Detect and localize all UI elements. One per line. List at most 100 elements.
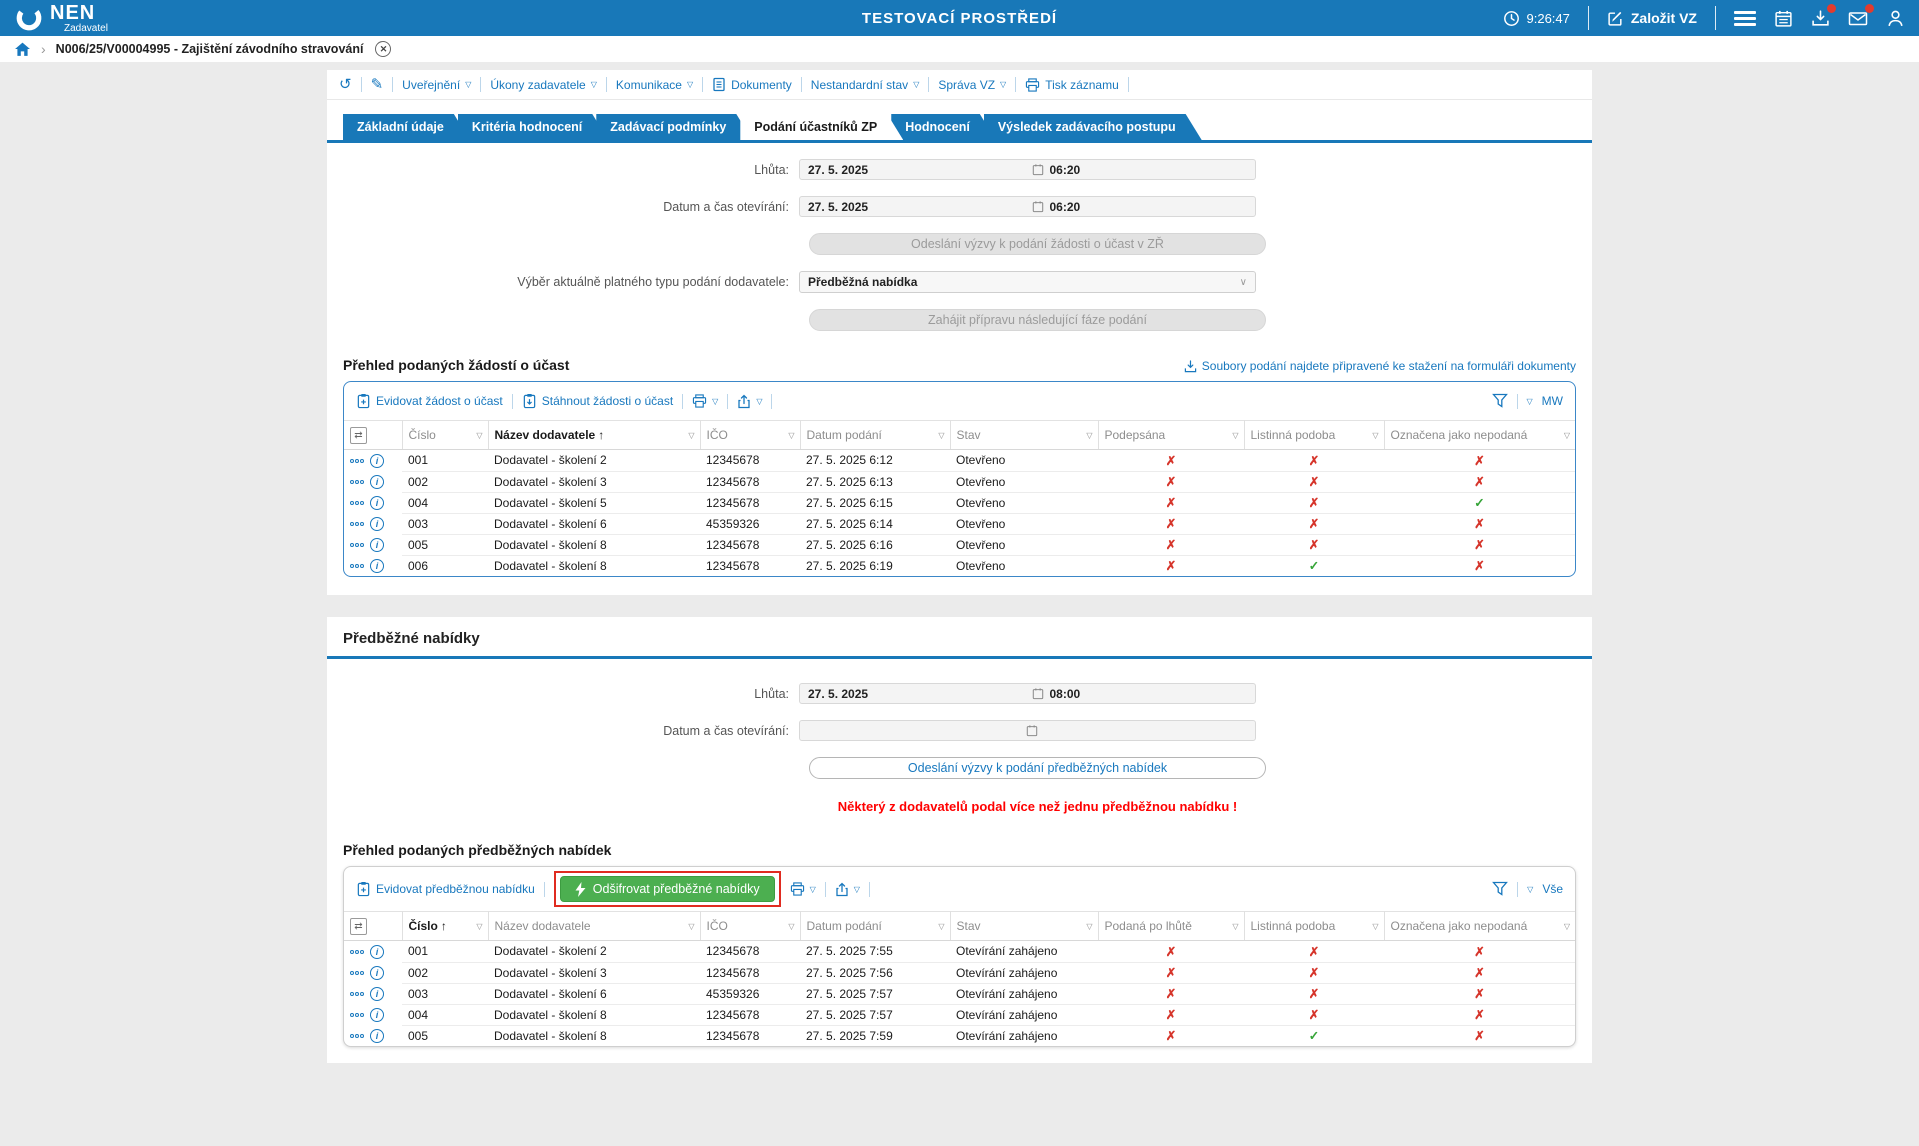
decrypt-offers-button[interactable]: Odšifrovat předběžné nabídky bbox=[559, 876, 775, 902]
column-header[interactable]: Listinná podoba ▽ bbox=[1244, 911, 1385, 941]
column-header[interactable]: Stav ▽ bbox=[950, 911, 1099, 941]
menu-icon[interactable] bbox=[1734, 10, 1756, 26]
menu-uverejneni[interactable]: Uveřejnění ▽ bbox=[402, 78, 471, 92]
row-info-icon[interactable]: i bbox=[370, 474, 384, 489]
row-menu-icon[interactable] bbox=[350, 1012, 364, 1017]
column-header[interactable]: Stav ▽ bbox=[950, 420, 1099, 450]
create-vz-button[interactable]: Založit VZ bbox=[1607, 10, 1697, 27]
files-download-link[interactable]: Soubory podání najdete připravené ke sta… bbox=[1184, 359, 1576, 373]
column-filter-icon[interactable]: ▽ bbox=[1086, 922, 1092, 931]
column-filter-icon[interactable]: ▽ bbox=[476, 922, 482, 931]
row-menu-icon[interactable] bbox=[350, 970, 364, 975]
column-header[interactable]: IČO ▽ bbox=[700, 420, 801, 450]
deadline-date[interactable]: 27. 5. 2025 bbox=[800, 163, 1032, 177]
export-table-button[interactable]: ▽ bbox=[835, 882, 860, 897]
row-info-icon[interactable]: i bbox=[370, 495, 384, 510]
row-menu-icon[interactable] bbox=[350, 991, 364, 996]
column-header[interactable]: Název dodavatele ▽ bbox=[488, 911, 701, 941]
preliminary-deadline-date[interactable]: 27. 5. 2025 bbox=[800, 687, 1032, 701]
filter-icon[interactable] bbox=[1491, 393, 1508, 409]
column-header[interactable]: IČO ▽ bbox=[700, 911, 801, 941]
tab-zadavaci-podminky[interactable]: Zadávací podmínky bbox=[596, 114, 752, 140]
opening-time[interactable]: 06:20 bbox=[1050, 200, 1081, 214]
export-table-button[interactable]: ▽ bbox=[737, 394, 762, 409]
row-menu-icon[interactable] bbox=[350, 500, 364, 505]
view-caret-icon[interactable]: ▽ bbox=[1527, 885, 1533, 894]
tab-hodnoceni[interactable]: Hodnocení bbox=[891, 114, 996, 140]
row-menu-icon[interactable] bbox=[350, 949, 364, 954]
preliminary-deadline-field[interactable]: 27. 5. 2025 08:00 bbox=[799, 683, 1256, 704]
column-header[interactable]: Číslo ▽ bbox=[402, 420, 489, 450]
row-menu-icon[interactable] bbox=[350, 563, 364, 568]
breadcrumb-record[interactable]: N006/25/V00004995 - Zajištění závodního … bbox=[56, 42, 364, 56]
print-table-button[interactable]: ▽ bbox=[790, 882, 816, 896]
column-filter-icon[interactable]: ▽ bbox=[788, 922, 794, 931]
view-selector[interactable]: Vše bbox=[1542, 882, 1563, 896]
menu-tisk-zaznamu[interactable]: Tisk záznamu bbox=[1025, 78, 1119, 92]
row-info-icon[interactable]: i bbox=[370, 944, 384, 959]
calendar-icon[interactable] bbox=[1026, 724, 1038, 737]
opening-date[interactable]: 27. 5. 2025 bbox=[800, 200, 1032, 214]
column-header[interactable]: Datum podání ▽ bbox=[800, 911, 951, 941]
column-settings-button[interactable]: ⇄ bbox=[344, 911, 403, 941]
column-header[interactable]: Označena jako nepodaná ▽ bbox=[1384, 420, 1575, 450]
close-record-icon[interactable]: ✕ bbox=[375, 41, 392, 57]
row-menu-icon[interactable] bbox=[350, 458, 364, 463]
column-header[interactable]: Podaná po lhůtě ▽ bbox=[1098, 911, 1245, 941]
column-settings-button[interactable]: ⇄ bbox=[344, 420, 403, 450]
refresh-icon[interactable]: ↺ bbox=[339, 77, 352, 92]
menu-nestandardni-stav[interactable]: Nestandardní stav ▽ bbox=[811, 78, 920, 92]
row-menu-icon[interactable] bbox=[350, 542, 364, 547]
column-header[interactable]: Číslo ↑ ▽ bbox=[402, 911, 489, 941]
column-filter-icon[interactable]: ▽ bbox=[688, 922, 694, 931]
edit-record-icon[interactable]: ✎ bbox=[371, 77, 384, 92]
view-caret-icon[interactable]: ▽ bbox=[1527, 397, 1533, 406]
column-filter-icon[interactable]: ▽ bbox=[1086, 431, 1092, 440]
row-info-icon[interactable]: i bbox=[370, 453, 384, 468]
deadline-time[interactable]: 06:20 bbox=[1050, 163, 1081, 177]
profile-button[interactable] bbox=[1886, 9, 1905, 28]
column-filter-icon[interactable]: ▽ bbox=[1232, 922, 1238, 931]
calendar-icon[interactable] bbox=[1032, 687, 1044, 700]
row-info-icon[interactable]: i bbox=[370, 516, 384, 531]
column-filter-icon[interactable]: ▽ bbox=[688, 431, 694, 440]
row-info-icon[interactable]: i bbox=[370, 965, 384, 980]
send-preliminary-call-button[interactable]: Odeslání výzvy k podání předběžných nabí… bbox=[809, 757, 1266, 779]
row-info-icon[interactable]: i bbox=[370, 1028, 384, 1043]
register-preliminary-offer-button[interactable]: Evidovat předběžnou nabídku bbox=[356, 881, 535, 897]
row-menu-icon[interactable] bbox=[350, 521, 364, 526]
column-filter-icon[interactable]: ▽ bbox=[788, 431, 794, 440]
row-info-icon[interactable]: i bbox=[370, 1007, 384, 1022]
row-menu-icon[interactable] bbox=[350, 1033, 364, 1038]
download-applications-button[interactable]: Stáhnout žádosti o účast bbox=[522, 393, 673, 409]
tab-podani-ucastniku[interactable]: Podání účastníků ZP bbox=[740, 114, 903, 140]
column-header[interactable]: Podepsána ▽ bbox=[1098, 420, 1245, 450]
filter-icon[interactable] bbox=[1492, 881, 1509, 897]
column-filter-icon[interactable]: ▽ bbox=[476, 431, 482, 440]
messages-button[interactable] bbox=[1848, 3, 1874, 28]
deadline-field[interactable]: 27. 5. 2025 06:20 bbox=[799, 159, 1256, 180]
column-filter-icon[interactable]: ▽ bbox=[1372, 431, 1378, 440]
column-filter-icon[interactable]: ▽ bbox=[1564, 431, 1570, 440]
view-selector[interactable]: MW bbox=[1542, 394, 1563, 408]
downloads-button[interactable] bbox=[1811, 3, 1836, 28]
column-header[interactable]: Listinná podoba ▽ bbox=[1244, 420, 1385, 450]
column-filter-icon[interactable]: ▽ bbox=[1372, 922, 1378, 931]
print-table-button[interactable]: ▽ bbox=[692, 394, 718, 408]
column-filter-icon[interactable]: ▽ bbox=[938, 922, 944, 931]
menu-ukony-zadavatele[interactable]: Úkony zadavatele ▽ bbox=[490, 78, 597, 92]
column-filter-icon[interactable]: ▽ bbox=[938, 431, 944, 440]
preliminary-opening-field[interactable] bbox=[799, 720, 1256, 741]
preliminary-deadline-time[interactable]: 08:00 bbox=[1050, 687, 1081, 701]
row-info-icon[interactable]: i bbox=[370, 558, 384, 573]
row-info-icon[interactable]: i bbox=[370, 986, 384, 1001]
column-filter-icon[interactable]: ▽ bbox=[1232, 431, 1238, 440]
column-header[interactable]: Název dodavatele ↑ ▽ bbox=[488, 420, 701, 450]
tab-zakladni-udaje[interactable]: Základní údaje bbox=[343, 114, 470, 140]
calendar-icon[interactable] bbox=[1032, 163, 1044, 176]
calendar-icon[interactable] bbox=[1032, 200, 1044, 213]
column-header[interactable]: Datum podání ▽ bbox=[800, 420, 951, 450]
home-icon[interactable] bbox=[14, 41, 31, 58]
column-header[interactable]: Označena jako nepodaná ▽ bbox=[1384, 911, 1575, 941]
tab-kriteria-hodnoceni[interactable]: Kritéria hodnocení bbox=[458, 114, 608, 140]
